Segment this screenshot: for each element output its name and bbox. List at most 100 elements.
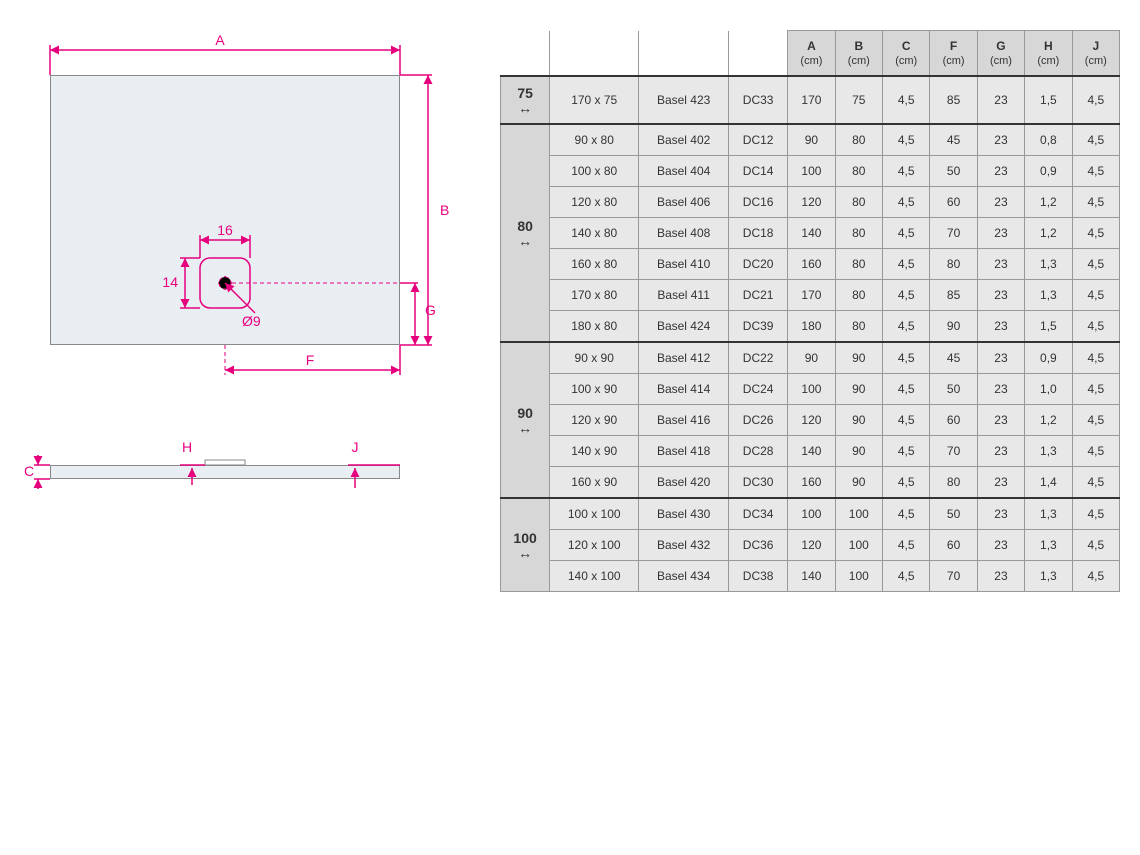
group-cell: 75↔ xyxy=(501,76,550,124)
model-cell: Basel 406 xyxy=(639,187,729,218)
A-cell: 120 xyxy=(788,530,835,561)
A-cell: 140 xyxy=(788,561,835,592)
size-cell: 90 x 90 xyxy=(550,342,639,374)
model-cell: Basel 411 xyxy=(639,280,729,311)
size-cell: 120 x 80 xyxy=(550,187,639,218)
table-row: 100↔100 x 100Basel 430DC341001004,550231… xyxy=(501,498,1120,530)
J-cell: 4,5 xyxy=(1072,124,1119,156)
G-cell: 23 xyxy=(977,156,1024,187)
A-cell: 100 xyxy=(788,498,835,530)
model-cell: Basel 408 xyxy=(639,218,729,249)
B-cell: 80 xyxy=(835,249,882,280)
dimension-diagram: A B G F xyxy=(20,30,440,592)
model-cell: Basel 424 xyxy=(639,311,729,343)
G-cell: 23 xyxy=(977,436,1024,467)
dim-label-J: J xyxy=(352,439,359,455)
J-cell: 4,5 xyxy=(1072,311,1119,343)
dim-label-H: H xyxy=(182,439,192,455)
table-body: 75↔170 x 75Basel 423DC33170754,585231,54… xyxy=(501,76,1120,592)
B-cell: 75 xyxy=(835,76,882,124)
F-cell: 50 xyxy=(930,498,977,530)
A-cell: 90 xyxy=(788,124,835,156)
F-cell: 70 xyxy=(930,218,977,249)
table-row: 120 x 80Basel 406DC16120804,560231,24,5 xyxy=(501,187,1120,218)
size-cell: 100 x 90 xyxy=(550,374,639,405)
top-view: A B G F xyxy=(20,30,440,390)
model-cell: Basel 410 xyxy=(639,249,729,280)
G-cell: 23 xyxy=(977,124,1024,156)
J-cell: 4,5 xyxy=(1072,342,1119,374)
F-cell: 60 xyxy=(930,530,977,561)
code-cell: DC18 xyxy=(729,218,788,249)
code-cell: DC30 xyxy=(729,467,788,499)
size-cell: 100 x 100 xyxy=(550,498,639,530)
code-cell: DC12 xyxy=(729,124,788,156)
header-F: F(cm) xyxy=(930,31,977,77)
table-row: 140 x 90Basel 418DC28140904,570231,34,5 xyxy=(501,436,1120,467)
C-cell: 4,5 xyxy=(883,249,930,280)
dim-label-14: 14 xyxy=(162,274,178,290)
table-row: 160 x 80Basel 410DC20160804,580231,34,5 xyxy=(501,249,1120,280)
code-cell: DC24 xyxy=(729,374,788,405)
H-cell: 1,5 xyxy=(1025,311,1072,343)
A-cell: 140 xyxy=(788,436,835,467)
H-cell: 1,2 xyxy=(1025,405,1072,436)
model-cell: Basel 434 xyxy=(639,561,729,592)
B-cell: 80 xyxy=(835,218,882,249)
table-row: 100 x 90Basel 414DC24100904,550231,04,5 xyxy=(501,374,1120,405)
G-cell: 23 xyxy=(977,311,1024,343)
C-cell: 4,5 xyxy=(883,498,930,530)
H-cell: 1,3 xyxy=(1025,561,1072,592)
code-cell: DC22 xyxy=(729,342,788,374)
H-cell: 1,3 xyxy=(1025,249,1072,280)
dim-label-16: 16 xyxy=(217,222,233,238)
size-cell: 120 x 100 xyxy=(550,530,639,561)
A-cell: 160 xyxy=(788,467,835,499)
F-cell: 80 xyxy=(930,249,977,280)
side-view: C H J xyxy=(20,430,440,510)
size-cell: 140 x 80 xyxy=(550,218,639,249)
table-row: 140 x 80Basel 408DC18140804,570231,24,5 xyxy=(501,218,1120,249)
size-cell: 180 x 80 xyxy=(550,311,639,343)
J-cell: 4,5 xyxy=(1072,76,1119,124)
H-cell: 1,3 xyxy=(1025,530,1072,561)
A-cell: 120 xyxy=(788,405,835,436)
table-row: 90↔90 x 90Basel 412DC2290904,545230,94,5 xyxy=(501,342,1120,374)
G-cell: 23 xyxy=(977,342,1024,374)
B-cell: 100 xyxy=(835,561,882,592)
B-cell: 90 xyxy=(835,342,882,374)
header-A: A(cm) xyxy=(788,31,835,77)
dim-label-F: F xyxy=(306,352,315,368)
H-cell: 1,3 xyxy=(1025,498,1072,530)
F-cell: 45 xyxy=(930,342,977,374)
model-cell: Basel 402 xyxy=(639,124,729,156)
J-cell: 4,5 xyxy=(1072,436,1119,467)
model-cell: Basel 432 xyxy=(639,530,729,561)
J-cell: 4,5 xyxy=(1072,561,1119,592)
C-cell: 4,5 xyxy=(883,280,930,311)
header-B: B(cm) xyxy=(835,31,882,77)
H-cell: 1,2 xyxy=(1025,187,1072,218)
model-cell: Basel 420 xyxy=(639,467,729,499)
G-cell: 23 xyxy=(977,405,1024,436)
dim-label-B: B xyxy=(440,202,449,218)
H-cell: 1,3 xyxy=(1025,436,1072,467)
code-cell: DC36 xyxy=(729,530,788,561)
model-cell: Basel 412 xyxy=(639,342,729,374)
J-cell: 4,5 xyxy=(1072,530,1119,561)
F-cell: 70 xyxy=(930,436,977,467)
header-blank-size xyxy=(550,31,639,77)
side-view-annotations: C H J xyxy=(20,430,440,510)
A-cell: 140 xyxy=(788,218,835,249)
group-cell: 90↔ xyxy=(501,342,550,498)
code-cell: DC16 xyxy=(729,187,788,218)
G-cell: 23 xyxy=(977,249,1024,280)
G-cell: 23 xyxy=(977,374,1024,405)
H-cell: 1,0 xyxy=(1025,374,1072,405)
C-cell: 4,5 xyxy=(883,530,930,561)
A-cell: 180 xyxy=(788,311,835,343)
size-cell: 160 x 80 xyxy=(550,249,639,280)
model-cell: Basel 418 xyxy=(639,436,729,467)
G-cell: 23 xyxy=(977,76,1024,124)
G-cell: 23 xyxy=(977,561,1024,592)
